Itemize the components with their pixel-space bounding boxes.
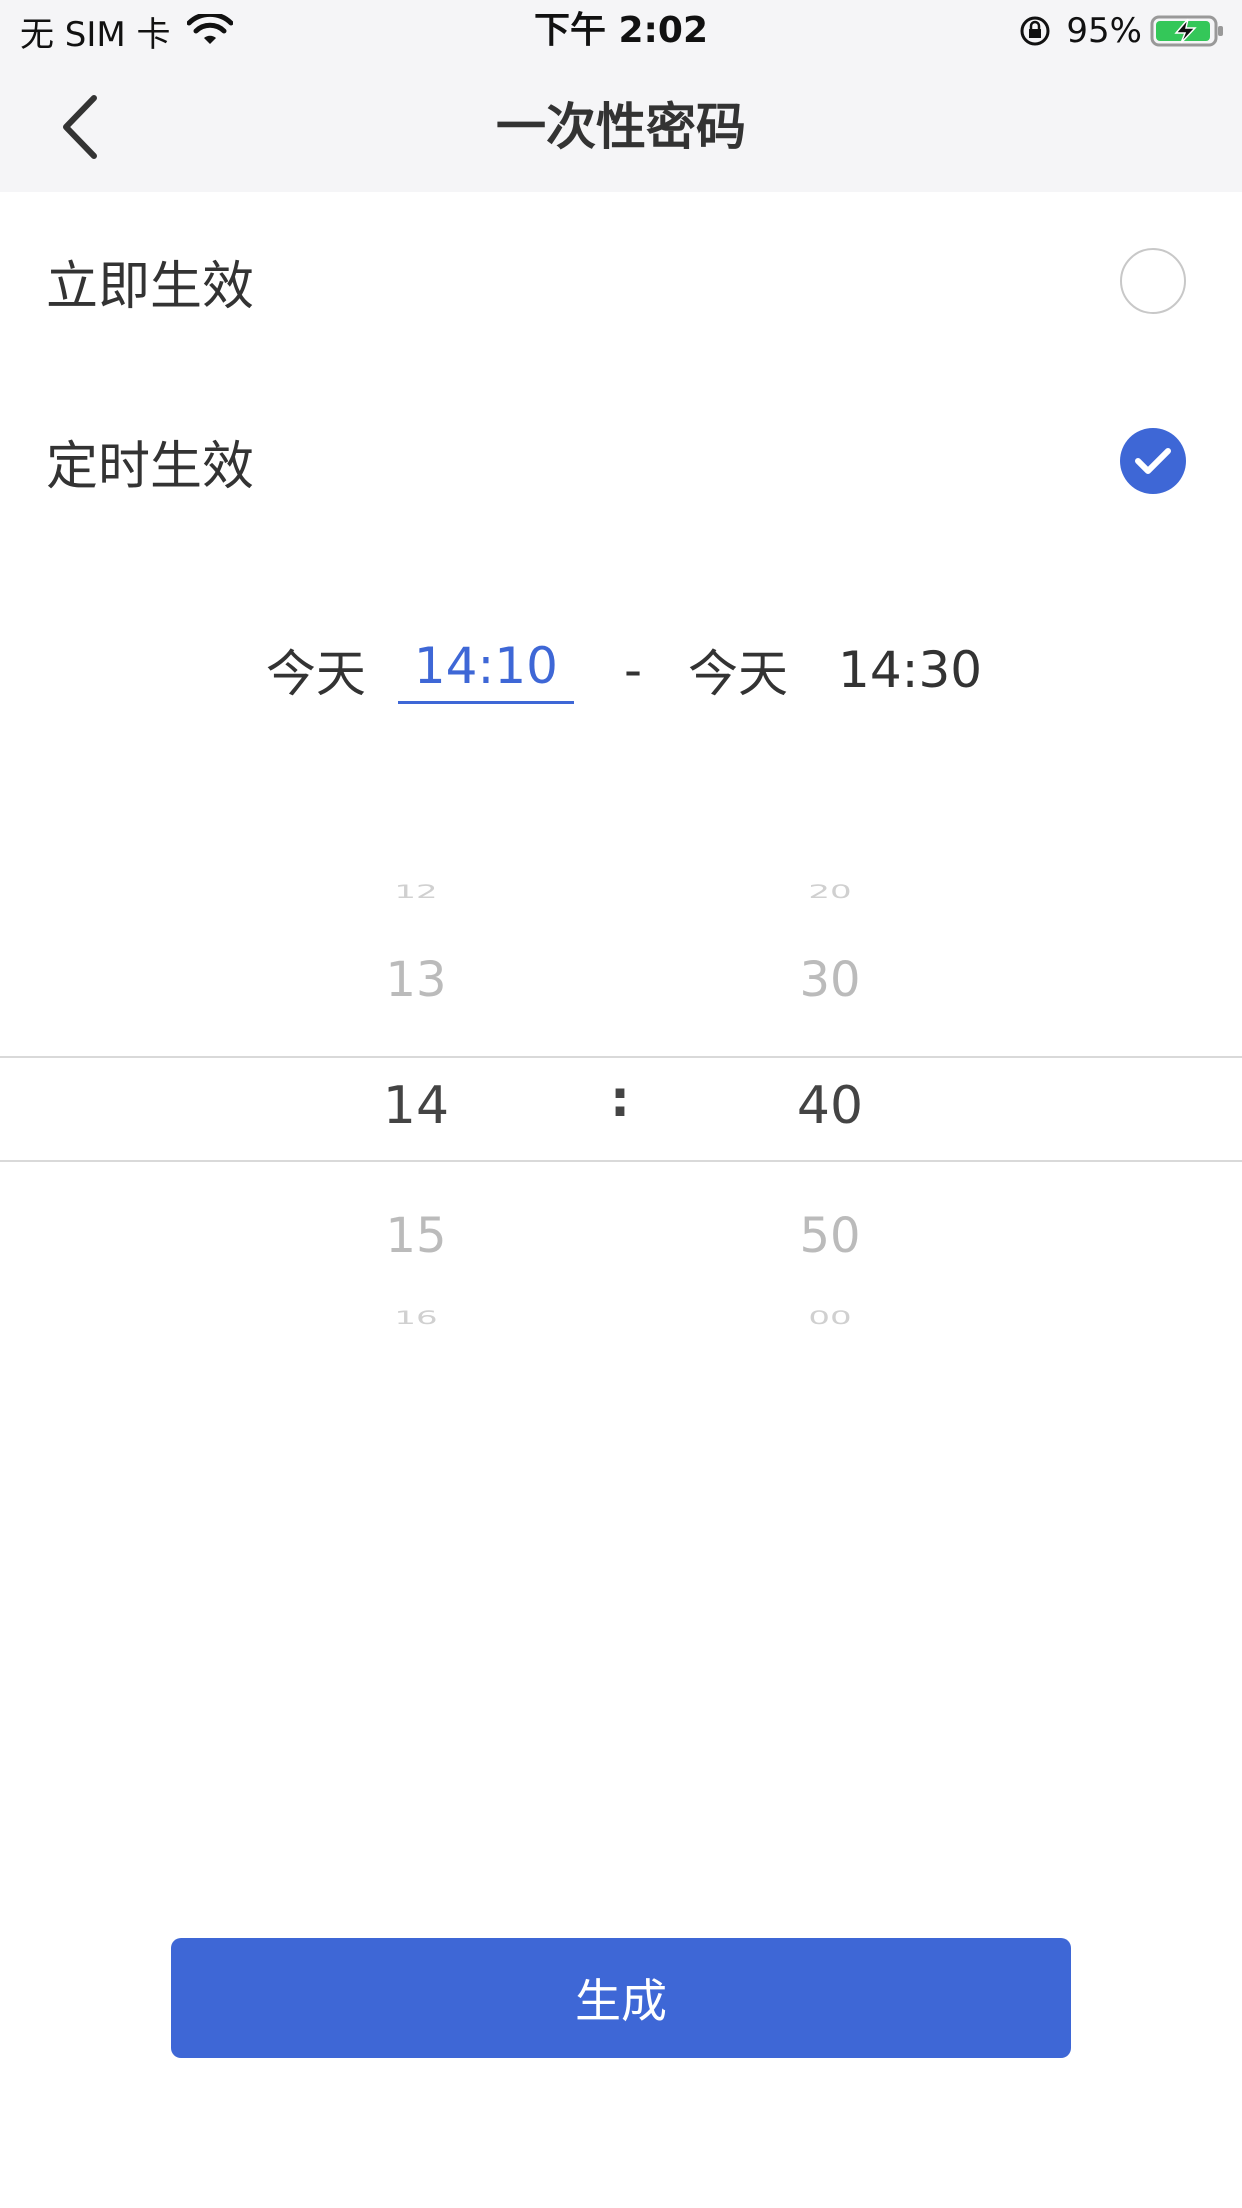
picker-option[interactable]: 00 xyxy=(730,1307,930,1329)
status-right: 95% xyxy=(1018,8,1226,54)
start-day: 今天 xyxy=(265,645,366,703)
option-scheduled-label: 定时生效 xyxy=(46,436,255,497)
picker-option[interactable]: 30 xyxy=(730,952,930,1008)
option-scheduled[interactable]: 定时生效 xyxy=(0,386,1242,536)
minute-wheel[interactable]: 20 30 40 50 00 xyxy=(730,840,930,1380)
time-range: 今天 14:10 - 今天 14:30 xyxy=(0,620,1242,720)
picker-option[interactable]: 16 xyxy=(316,1307,516,1329)
picker-option[interactable]: 15 xyxy=(316,1208,516,1264)
status-bar: 无 SIM 卡 下午 2:02 95% xyxy=(0,0,1242,62)
checkmark-icon xyxy=(1135,448,1171,474)
selected-minute[interactable]: 40 xyxy=(730,1076,930,1136)
page-title: 一次性密码 xyxy=(496,98,746,156)
end-time-field[interactable]: 14:30 xyxy=(838,641,982,699)
generate-button[interactable]: 生成 xyxy=(171,1938,1071,2058)
range-separator: - xyxy=(623,641,643,699)
orientation-lock-icon xyxy=(1020,16,1050,46)
picker-option[interactable]: 50 xyxy=(730,1208,930,1264)
time-picker[interactable]: 12 13 14 15 16 : 20 30 40 50 00 xyxy=(0,840,1242,1380)
picker-option[interactable]: 12 xyxy=(316,881,516,903)
picker-option[interactable]: 20 xyxy=(730,881,930,903)
battery-percent: 95% xyxy=(1066,11,1142,51)
hour-wheel[interactable]: 12 13 14 15 16 xyxy=(316,840,516,1380)
end-day: 今天 xyxy=(688,645,789,703)
picker-option[interactable]: 13 xyxy=(316,952,516,1008)
nav-bar: 一次性密码 xyxy=(0,62,1242,192)
start-time-field[interactable]: 14:10 xyxy=(397,637,574,704)
picker-bottom-line xyxy=(0,1160,1242,1162)
option-immediate[interactable]: 立即生效 xyxy=(0,206,1242,356)
option-immediate-label: 立即生效 xyxy=(46,256,255,317)
time-colon: : xyxy=(610,1070,630,1128)
battery-charging-icon xyxy=(1150,15,1223,47)
selected-hour[interactable]: 14 xyxy=(316,1076,516,1136)
radio-unchecked-icon[interactable] xyxy=(1120,248,1186,314)
radio-checked-icon[interactable] xyxy=(1120,428,1186,494)
picker-top-line xyxy=(0,1056,1242,1058)
